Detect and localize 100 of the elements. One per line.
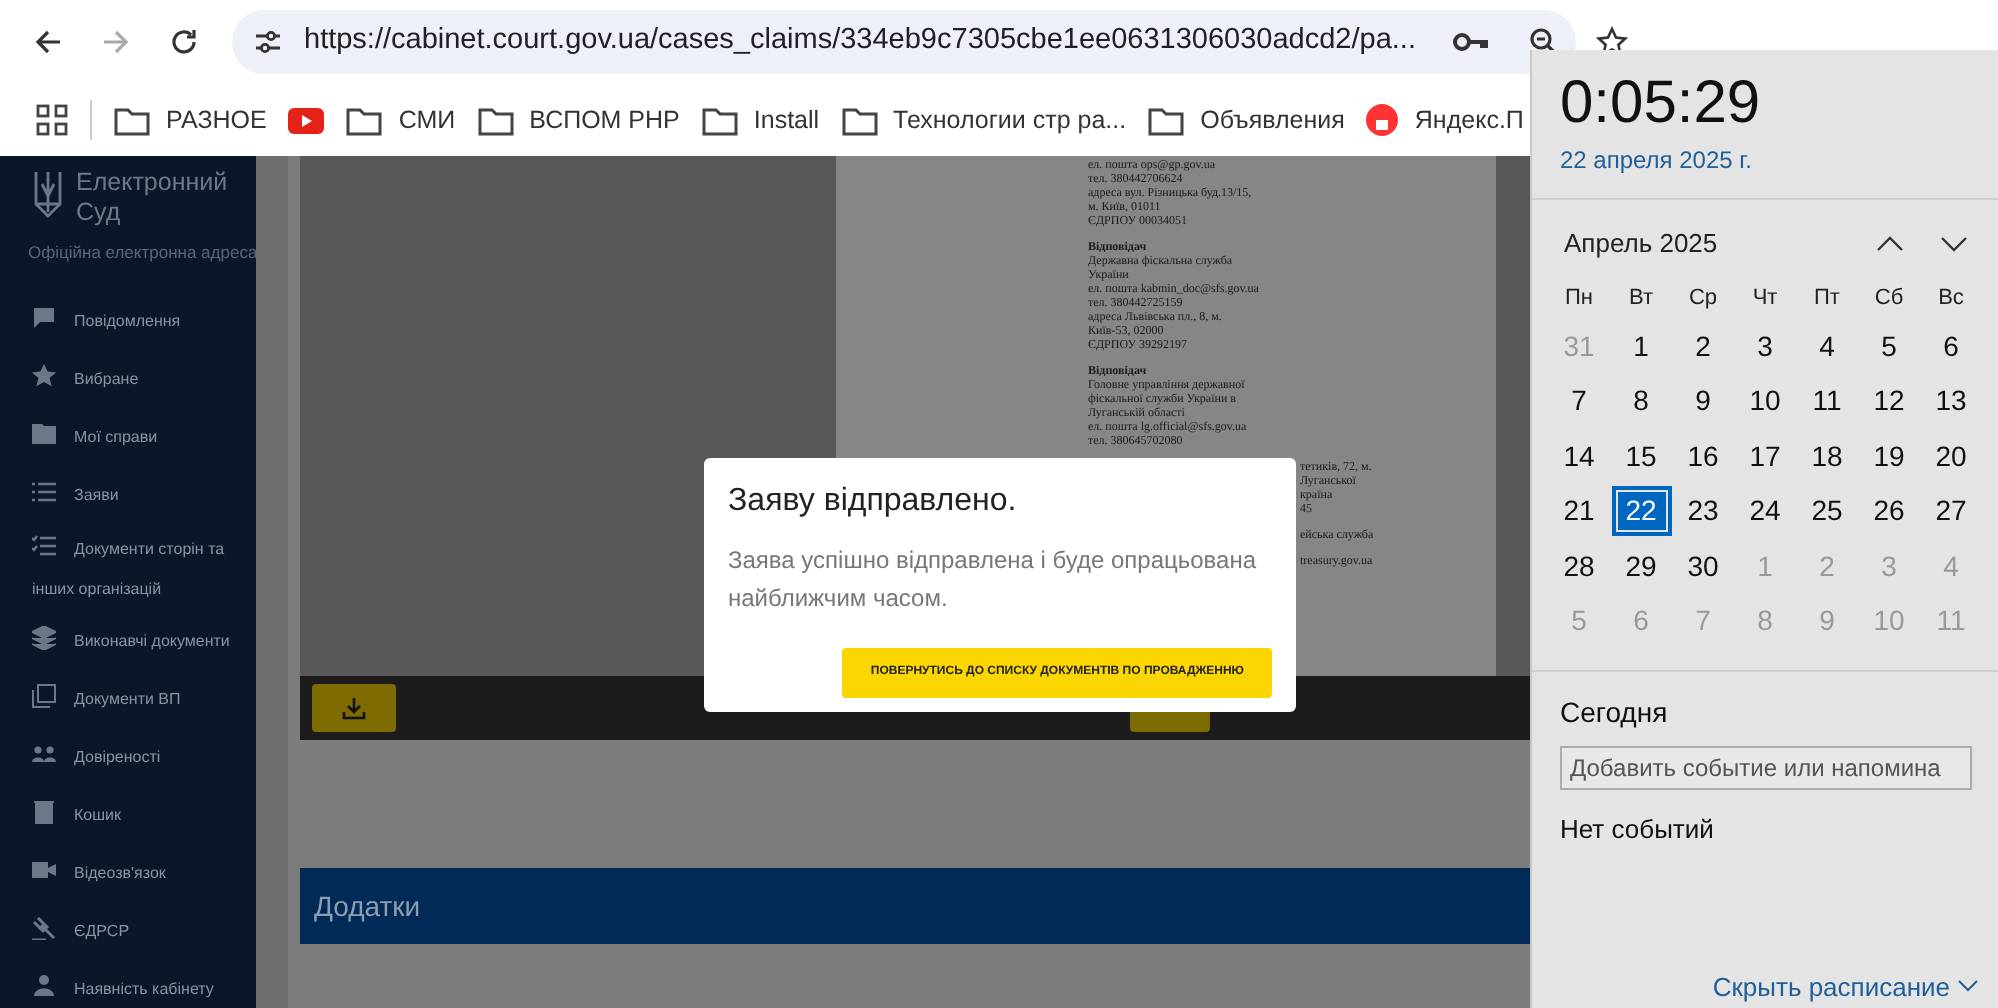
trash-icon [32,800,56,825]
calendar-day[interactable]: 19 [1859,431,1919,482]
clock-date: 22 апреля 2025 г. [1560,144,1754,178]
month-label: Апрель 2025 [1564,226,1720,262]
calendar-day[interactable]: 22 [1611,486,1671,537]
bookmark[interactable]: Технологии стр ра... [841,101,1127,139]
url-text: https://cabinet.court.gov.ua/cases_claims/334eb9c7305cbe1ee0631306030adcd2/pa... [304,22,1416,61]
tune-icon [252,26,284,58]
weekday-label: Вс [1938,284,1964,315]
site-subtitle: Офіційна електронна адреса [26,240,256,266]
folder-icon [841,105,878,135]
calendar-day[interactable]: 18 [1797,431,1857,482]
calendar-day[interactable]: 17 [1735,431,1795,482]
sidebar-item[interactable]: Виконавчі документи [0,613,256,672]
calendar-day[interactable]: 24 [1735,486,1795,537]
dialog-message: Заява успішно відправлена і буде опрацьована найближчим часом. [728,544,1259,616]
calendar-day[interactable]: 2 [1673,321,1733,372]
weekday-label: Вт [1628,284,1653,315]
calendar-day[interactable]: 10 [1735,376,1795,427]
video-camera-icon [32,858,56,883]
calendar-day[interactable]: 7 [1549,376,1609,427]
play-icon [288,107,325,133]
calendar-day[interactable]: 3 [1735,321,1795,372]
checklist-icon [32,533,56,558]
weekday-label: Чт [1752,284,1778,315]
weekday-label: Ср [1688,284,1718,315]
folder-icon [32,422,56,447]
calendar-day[interactable]: 28 [1549,541,1609,592]
chevron-down-icon [1940,235,1968,252]
folder-icon [114,105,150,135]
site-icon [1366,104,1399,136]
sidebar-item[interactable]: Довіреності [0,729,256,788]
folder-icon [346,105,383,135]
sidebar-item[interactable]: Наявність кабінету [0,961,256,1008]
calendar-day[interactable]: 30 [1673,541,1733,592]
person-icon [32,974,56,999]
calendar-day[interactable]: 29 [1611,541,1671,592]
sidebar-item[interactable]: Заяви [0,467,256,526]
site-title: Електронний Суд [76,168,230,228]
calendar-day[interactable]: 23 [1673,486,1733,537]
sidebar-item[interactable]: Відеозв'язок [0,845,256,904]
chevron-up-icon [1876,235,1904,252]
sidebar-item[interactable]: Документи сторін та інших організацій [0,525,256,614]
weekday-label: Сб [1874,284,1904,315]
trident-icon [32,168,64,220]
bookmark[interactable]: СМИ [346,101,456,139]
calendar-day[interactable]: 5 [1859,321,1919,372]
weekday-label: Пт [1814,284,1840,315]
calendar-day[interactable]: 6 [1921,321,1981,372]
event-input-field[interactable]: Добавить событие или напомина [1560,745,1972,789]
folder-icon [477,105,514,135]
calendar-day[interactable]: 27 [1921,486,1981,537]
list-icon [32,480,56,505]
calendar-day[interactable]: 1 [1611,321,1671,372]
weekday-label: Пн [1565,284,1593,315]
calendar-day[interactable]: 26 [1859,486,1919,537]
today-label: Сегодня [1560,693,1670,732]
calendar-day[interactable]: 12 [1859,376,1919,427]
copy-icon [32,684,56,709]
hide-schedule-link[interactable]: Скрыть расписание [1712,967,1978,1006]
sidebar-item[interactable]: ЄДРСР [0,903,256,962]
dialog-title: Заяву відправлено. [728,482,1019,522]
no-events-text: Нет событий [1560,811,1716,847]
folder-icon [701,105,738,135]
people-icon [32,742,56,767]
apps-grid-icon [36,104,68,136]
calendar-day[interactable]: 21 [1549,486,1609,537]
calendar-day[interactable]: 16 [1673,431,1733,482]
calendar-day[interactable]: 11 [1797,376,1857,427]
calendar-day[interactable]: 13 [1921,376,1981,427]
calendar-day[interactable]: 20 [1921,431,1981,482]
sidebar-item[interactable]: Вибране [0,351,256,410]
bookmark[interactable]: ВСПОМ РНР [477,101,680,139]
back-arrow-icon [32,26,64,58]
bookmark[interactable]: РАЗНОЕ [114,101,267,139]
folder-icon [1148,105,1185,135]
chat-icon [32,306,56,331]
forward-arrow-icon [100,26,132,58]
sidebar-item[interactable]: Мої справи [0,409,256,468]
sidebar-item[interactable]: Документи ВП [0,671,256,730]
bookmark[interactable]: Яндекс.П [1366,101,1524,139]
calendar-day[interactable]: 15 [1611,431,1671,482]
star-icon [32,364,56,389]
download-icon [342,696,366,720]
calendar-day[interactable]: 9 [1673,376,1733,427]
calendar-day[interactable]: 8 [1611,376,1671,427]
bookmark[interactable]: Install [701,101,820,139]
gavel-icon [32,916,56,941]
bookmark[interactable]: Объявления [1148,101,1345,139]
layers-icon [32,626,56,651]
reload-icon [168,26,200,58]
sidebar-item[interactable]: Кошик [0,787,256,846]
download-button[interactable] [312,684,396,732]
calendar-day[interactable]: 14 [1549,431,1609,482]
clock-time: 0:05:29 [1560,68,1763,140]
calendar-day[interactable]: 4 [1797,321,1857,372]
bookmark[interactable] [288,107,325,133]
calendar-day[interactable]: 25 [1797,486,1857,537]
sidebar-item[interactable]: Повідомлення [0,293,256,352]
chevron-down-icon [1958,980,1978,993]
